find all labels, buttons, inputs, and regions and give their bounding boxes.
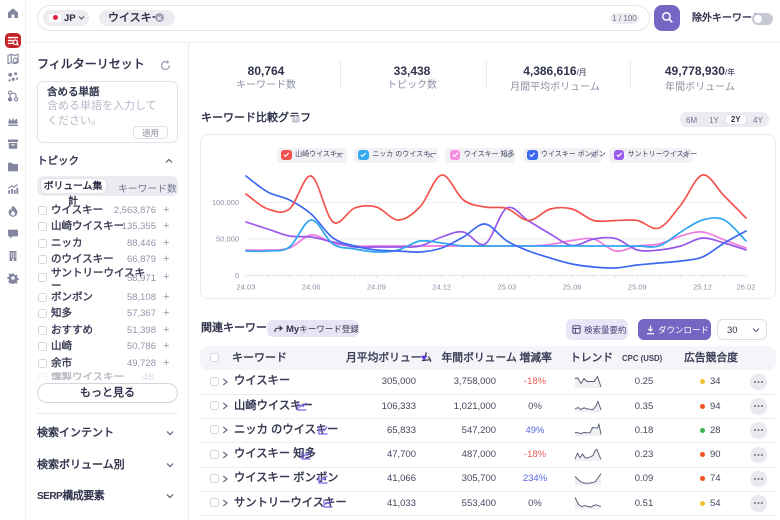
svg-text:25.06: 25.06	[563, 283, 582, 292]
svg-text:24.03: 24.03	[237, 283, 256, 292]
svg-text:24.12: 24.12	[432, 283, 451, 292]
svg-text:25.09: 25.09	[628, 283, 647, 292]
svg-text:25.03: 25.03	[498, 283, 517, 292]
svg-text:50,000: 50,000	[216, 235, 239, 244]
svg-text:24.09: 24.09	[367, 283, 386, 292]
svg-text:25.12: 25.12	[693, 283, 712, 292]
svg-text:0: 0	[235, 271, 239, 280]
svg-text:100,000: 100,000	[212, 198, 239, 207]
svg-text:26.02: 26.02	[737, 283, 756, 292]
svg-text:24.06: 24.06	[302, 283, 321, 292]
